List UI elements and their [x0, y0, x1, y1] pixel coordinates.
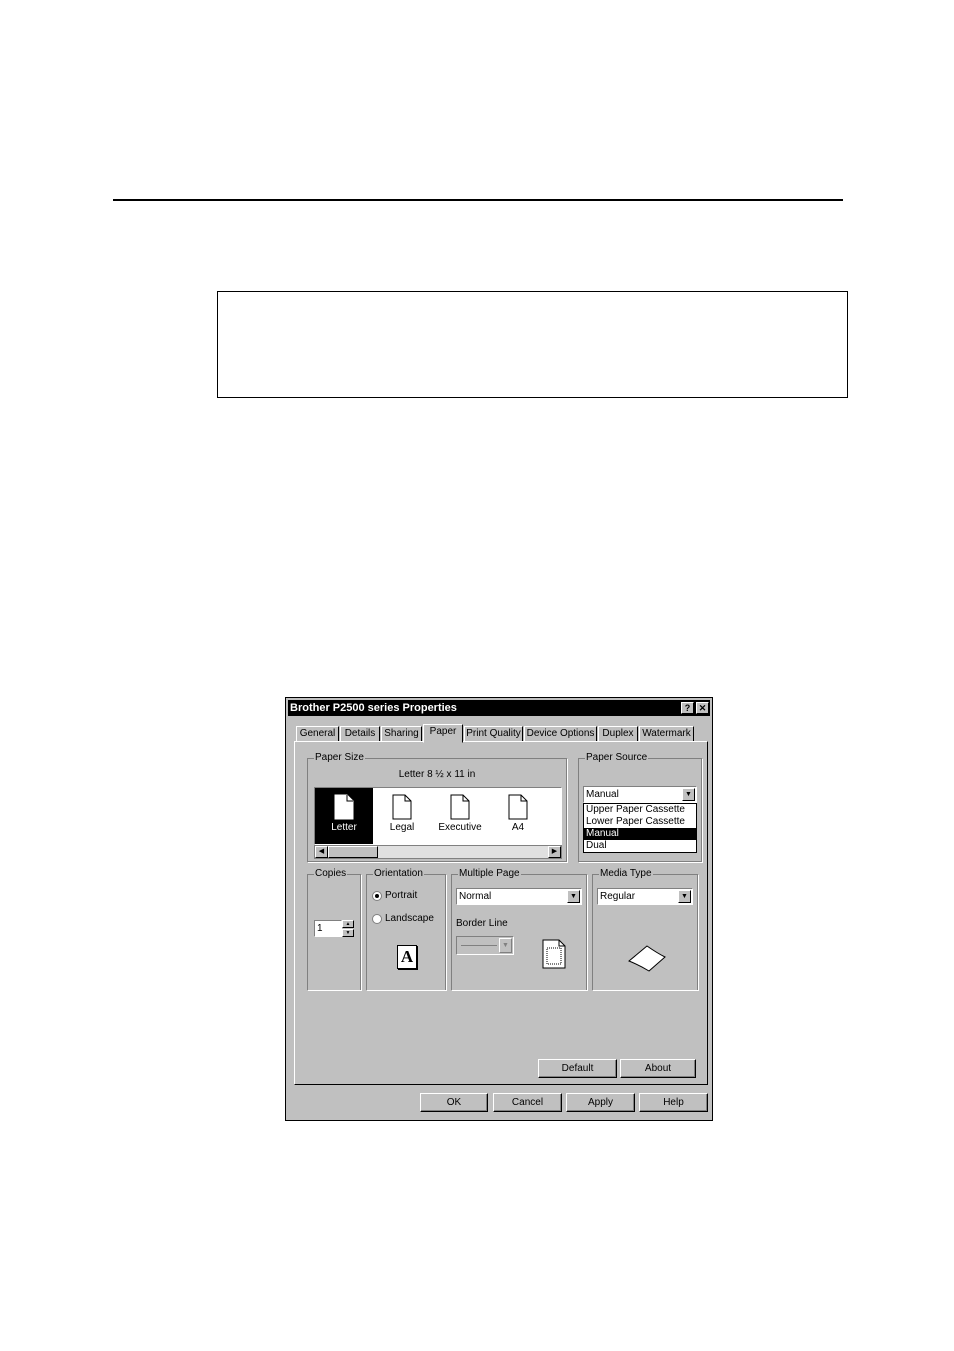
scroll-left-icon[interactable]: ◀: [315, 846, 328, 858]
paper-size-current: Letter 8 ½ x 11 in: [398, 769, 476, 780]
media-type-group: Media Type Regular ▼: [592, 868, 698, 990]
apply-button[interactable]: Apply: [566, 1093, 635, 1112]
tab-general[interactable]: General: [296, 726, 339, 742]
default-button[interactable]: Default: [538, 1059, 617, 1078]
paper-sheet-icon: [628, 945, 666, 972]
help-icon[interactable]: ?: [681, 702, 694, 714]
multiple-page-group: Multiple Page Normal ▼ Border Line ▼: [451, 868, 587, 990]
media-type-select[interactable]: Regular ▼: [597, 888, 693, 905]
line-style-preview: [461, 945, 497, 946]
page-layout-icon: [542, 939, 566, 969]
tab-duplex[interactable]: Duplex: [598, 726, 638, 742]
tab-device-options[interactable]: Device Options: [524, 726, 597, 742]
paper-source-group: Paper Source Manual ▼ Upper Paper Casset…: [578, 752, 702, 862]
orientation-group: Orientation Portrait Landscape A: [366, 868, 446, 990]
paper-item-label: Executive: [438, 822, 482, 833]
paper-item-legal[interactable]: Legal: [373, 788, 431, 844]
title-bar: Brother P2500 series Properties ? ✕: [288, 700, 710, 716]
properties-dialog: Brother P2500 series Properties ? ✕ Gene…: [285, 697, 713, 1121]
ok-button[interactable]: OK: [420, 1093, 488, 1112]
portrait-label[interactable]: Portrait: [385, 890, 417, 901]
paper-source-select[interactable]: Manual ▼: [583, 786, 697, 803]
copies-label: Copies: [314, 868, 348, 880]
paper-source-option[interactable]: Upper Paper Cassette: [584, 804, 696, 816]
chevron-down-icon[interactable]: ▼: [678, 890, 691, 903]
help-button[interactable]: Help: [639, 1093, 708, 1112]
paper-source-dropdown: Upper Paper Cassette Lower Paper Cassett…: [583, 803, 697, 853]
scroll-right-icon[interactable]: ▶: [548, 846, 561, 858]
paper-source-option-selected[interactable]: Manual: [584, 828, 696, 840]
orientation-label: Orientation: [373, 868, 424, 880]
page-icon: [450, 794, 470, 820]
border-line-label: Border Line: [456, 918, 508, 929]
media-type-label: Media Type: [599, 868, 653, 880]
portrait-radio[interactable]: [372, 891, 382, 901]
note-box: [217, 291, 848, 398]
spin-up-icon[interactable]: ▲: [342, 920, 354, 928]
paper-item-a4[interactable]: A4: [489, 788, 547, 844]
multiple-page-select[interactable]: Normal ▼: [456, 888, 582, 905]
paper-item-label: A4: [511, 822, 525, 833]
spin-down-icon[interactable]: ▼: [342, 929, 354, 937]
multiple-page-label: Multiple Page: [458, 868, 521, 880]
tab-details[interactable]: Details: [340, 726, 380, 742]
media-type-value: Regular: [600, 891, 636, 902]
chevron-down-icon[interactable]: ▼: [682, 788, 695, 801]
tab-paper[interactable]: Paper: [423, 724, 463, 743]
page-icon: [508, 794, 528, 820]
copies-group: Copies 1 ▲ ▼: [307, 868, 361, 990]
paper-size-label: Paper Size: [314, 752, 365, 764]
paper-item-label: Letter: [331, 822, 357, 833]
paper-size-list: Letter Legal Executive A4: [314, 787, 562, 845]
paper-source-value: Manual: [586, 789, 619, 800]
tab-sharing[interactable]: Sharing: [381, 726, 422, 742]
paper-size-group: Paper Size Letter 8 ½ x 11 in Letter Leg…: [307, 752, 567, 862]
tab-print-quality[interactable]: Print Quality: [464, 726, 523, 742]
paper-size-scrollbar[interactable]: ◀ ▶: [314, 845, 562, 859]
landscape-label[interactable]: Landscape: [385, 913, 434, 924]
multiple-page-value: Normal: [459, 891, 492, 902]
scroll-thumb[interactable]: [328, 846, 378, 858]
portrait-preview-icon: A: [397, 945, 417, 969]
border-line-select: ▼: [456, 936, 514, 955]
paper-item-label: Legal: [389, 822, 415, 833]
chevron-down-icon: ▼: [499, 938, 512, 953]
page-icon: [392, 794, 412, 820]
close-icon[interactable]: ✕: [696, 702, 709, 714]
paper-source-option[interactable]: Dual: [584, 840, 696, 852]
paper-item-executive[interactable]: Executive: [431, 788, 489, 844]
landscape-radio[interactable]: [372, 914, 382, 924]
page-icon: [334, 794, 354, 820]
paper-source-option[interactable]: Lower Paper Cassette: [584, 816, 696, 828]
chevron-down-icon[interactable]: ▼: [567, 890, 580, 903]
tab-watermark[interactable]: Watermark: [639, 726, 694, 742]
paper-tab-panel: Paper Size Letter 8 ½ x 11 in Letter Leg…: [294, 741, 708, 1085]
copies-input[interactable]: 1: [314, 920, 342, 937]
paper-source-label: Paper Source: [585, 752, 649, 764]
cancel-button[interactable]: Cancel: [493, 1093, 562, 1112]
horizontal-rule: [113, 199, 843, 201]
paper-item-letter[interactable]: Letter: [315, 788, 373, 844]
dialog-title: Brother P2500 series Properties: [290, 702, 457, 714]
about-button[interactable]: About: [620, 1059, 696, 1078]
